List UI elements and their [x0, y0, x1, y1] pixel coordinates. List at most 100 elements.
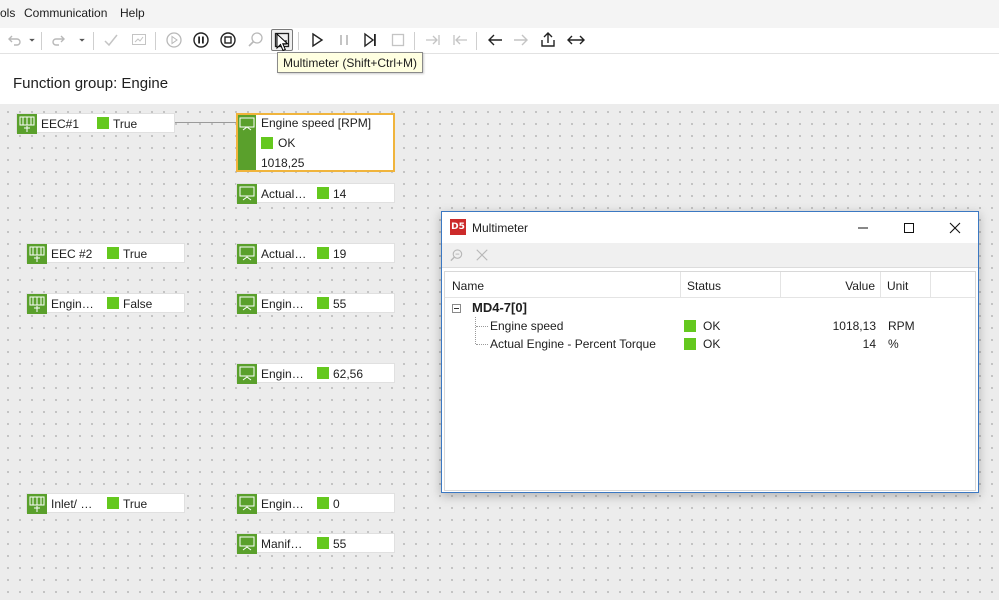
app-icon: D5 — [450, 219, 466, 235]
export-icon[interactable] — [537, 29, 559, 51]
step-icon[interactable] — [359, 29, 381, 51]
status-indicator — [684, 338, 696, 350]
signal-node-icon — [237, 244, 257, 264]
status-indicator — [107, 297, 119, 309]
check-icon[interactable] — [100, 29, 122, 51]
can-message-node[interactable]: EEC #2 True — [26, 243, 185, 264]
node-value: True — [113, 117, 138, 131]
node-label: Engin… — [51, 297, 94, 311]
play-circle-icon[interactable] — [163, 29, 185, 51]
pause-icon[interactable] — [333, 29, 355, 51]
node-label: Actual… — [261, 247, 307, 261]
node-label: Engin… — [261, 367, 304, 381]
window-titlebar[interactable]: D5 Multimeter — [442, 212, 978, 243]
node-value: 14 — [333, 187, 347, 201]
node-value: 55 — [333, 297, 347, 311]
can-node-icon — [17, 114, 37, 134]
can-message-node[interactable]: EEC#1 True — [16, 113, 175, 134]
zoom-icon[interactable] — [447, 246, 465, 264]
signal-node[interactable]: Actual… 14 — [236, 183, 395, 204]
node-value: 62,56 — [333, 367, 364, 381]
node-value: True — [123, 497, 148, 511]
stop-circle-icon[interactable] — [217, 29, 239, 51]
signal-node-icon — [237, 184, 257, 204]
multimeter-toolbar — [442, 243, 978, 268]
signal-status: OK — [703, 319, 721, 333]
can-node-icon — [27, 244, 47, 264]
toolbar-separator — [414, 32, 415, 50]
node-status: OK — [278, 136, 296, 150]
node-label: EEC #2 — [51, 247, 93, 261]
signal-node[interactable]: Engin… 55 — [236, 293, 395, 314]
resize-horizontal-icon[interactable] — [565, 29, 587, 51]
node-label: Manif… — [261, 537, 303, 551]
signal-node[interactable]: Actual… 19 — [236, 243, 395, 264]
multimeter-window[interactable]: D5 Multimeter Name Status Value Unit MD4… — [441, 211, 979, 493]
menu-help[interactable]: Help — [120, 6, 145, 20]
node-label: Engin… — [261, 497, 304, 511]
signal-status: OK — [703, 337, 721, 351]
node-value: True — [123, 247, 148, 261]
arrow-left-icon[interactable] — [484, 29, 506, 51]
close-icon[interactable] — [932, 212, 978, 243]
can-node-icon — [27, 494, 47, 514]
status-indicator — [317, 537, 329, 549]
signal-name: Engine speed — [490, 319, 564, 333]
undo-icon[interactable] — [3, 29, 25, 51]
redo-dropdown-icon[interactable] — [75, 29, 89, 51]
column-header-name[interactable]: Name — [445, 272, 681, 298]
signal-node-icon — [237, 364, 257, 384]
can-message-node[interactable]: Engin… False — [26, 293, 185, 314]
pause-circle-icon[interactable] — [190, 29, 212, 51]
node-value: False — [123, 297, 153, 311]
zoom-icon[interactable] — [245, 29, 267, 51]
status-indicator — [97, 117, 109, 129]
step-into-icon[interactable] — [422, 29, 444, 51]
can-message-node[interactable]: Inlet/ … True — [26, 493, 185, 514]
mouse-cursor-icon — [276, 33, 289, 52]
signal-node-icon — [239, 117, 255, 131]
toolbar-separator — [476, 32, 477, 50]
node-label: Engin… — [261, 297, 304, 311]
can-node-icon — [27, 294, 47, 314]
signal-node[interactable]: Engin… 62,56 — [236, 363, 395, 384]
signal-node[interactable]: Engin… 0 — [236, 493, 395, 514]
arrow-right-icon[interactable] — [510, 29, 532, 51]
function-group-header: Function group: Engine — [0, 68, 999, 104]
toolbar-separator — [41, 32, 42, 50]
table-row[interactable]: Actual Engine - Percent Torque OK 14 % — [445, 335, 975, 353]
step-back-icon[interactable] — [449, 29, 471, 51]
table-row[interactable]: Engine speed OK 1018,13 RPM — [445, 317, 975, 335]
stop-icon[interactable] — [387, 29, 409, 51]
tree-group-row[interactable]: MD4-7[0] — [445, 299, 975, 317]
maximize-icon[interactable] — [886, 212, 932, 243]
undo-dropdown-icon[interactable] — [25, 29, 39, 51]
signal-name: Actual Engine - Percent Torque — [490, 337, 656, 351]
column-header-value[interactable]: Value — [781, 272, 881, 298]
column-header-status[interactable]: Status — [681, 272, 781, 298]
toolbar-separator — [93, 32, 94, 50]
signal-node-icon — [237, 294, 257, 314]
menu-communication[interactable]: Communication — [24, 6, 107, 20]
status-indicator — [107, 497, 119, 509]
selected-signal-node[interactable]: Engine speed [RPM] OK 1018,25 — [236, 113, 395, 172]
status-indicator — [684, 320, 696, 332]
compare-icon[interactable] — [128, 29, 150, 51]
collapse-icon[interactable] — [452, 304, 461, 313]
node-value: 19 — [333, 247, 347, 261]
toolbar — [0, 28, 999, 54]
page-title: Function group: Engine — [13, 75, 169, 92]
redo-icon[interactable] — [48, 29, 70, 51]
signal-node-icon — [237, 534, 257, 554]
minimize-icon[interactable] — [840, 212, 886, 243]
signal-unit: % — [888, 337, 899, 351]
connection-line — [175, 122, 237, 123]
menu-tools[interactable]: ols — [0, 6, 15, 20]
play-icon[interactable] — [306, 29, 328, 51]
status-indicator — [317, 187, 329, 199]
node-title: Engine speed [RPM] — [261, 116, 372, 130]
signal-node[interactable]: Manif… 55 — [236, 533, 395, 554]
column-header-unit[interactable]: Unit — [881, 272, 931, 298]
remove-icon[interactable] — [473, 246, 491, 264]
status-indicator — [107, 247, 119, 259]
